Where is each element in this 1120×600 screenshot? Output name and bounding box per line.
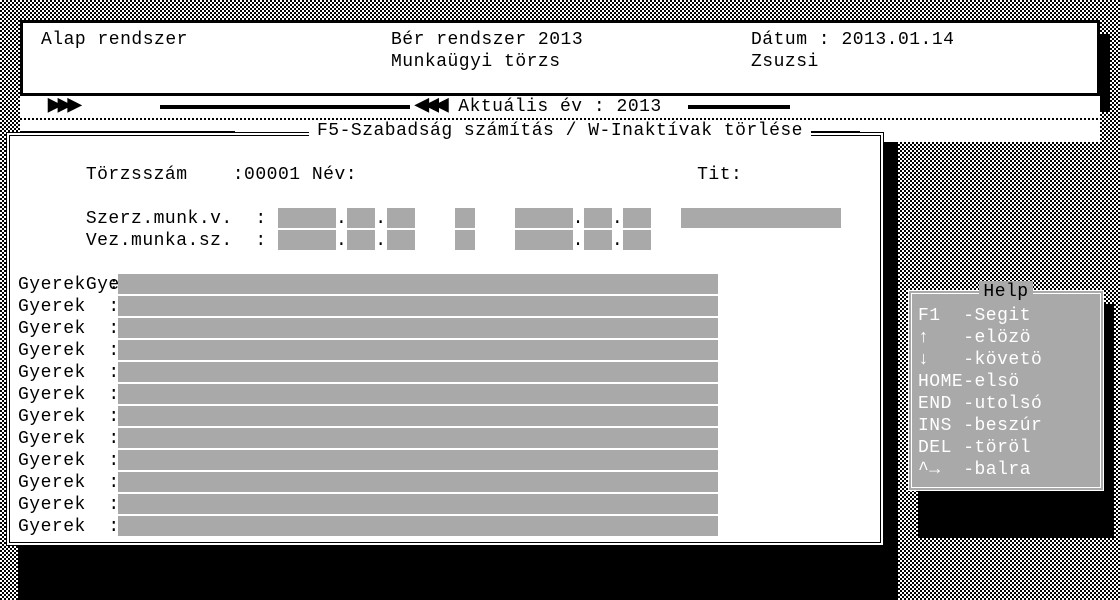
module-title: Bér rendszer 2013 <box>391 29 751 51</box>
szerz-flag[interactable] <box>455 208 475 228</box>
szerz-field-6[interactable] <box>623 208 651 228</box>
gyerek-row: Gyerek : <box>18 384 872 406</box>
gyerek-field[interactable] <box>118 274 718 294</box>
szerz-field-1[interactable] <box>278 208 336 228</box>
gyerek-label: Gyerek : <box>18 340 118 362</box>
help-item: HOME-elsö <box>918 371 1094 393</box>
gyerek-label: Gyerek : <box>18 362 118 384</box>
gyerek-label: Gyerek : <box>18 472 118 494</box>
gyerek-label: Gyerek : <box>18 428 118 450</box>
gyerek-label: Gyerek : <box>18 384 118 406</box>
vez-field-2[interactable] <box>347 230 375 250</box>
help-item: ↑ -elözö <box>918 327 1094 349</box>
gyerek-row: Gyerek : <box>18 428 872 450</box>
arrows-left-icon: ◀◀◀ <box>415 95 445 117</box>
header-box: Alap rendszer Bér rendszer 2013 Dátum : … <box>20 20 1100 96</box>
gyerek-field[interactable] <box>118 362 718 382</box>
gyerek-label: Gyerek : <box>18 406 118 428</box>
gyerek-row: Gyerek : <box>18 274 872 296</box>
gyerek-field[interactable] <box>118 318 718 338</box>
szerz-field-3[interactable] <box>387 208 415 228</box>
vez-field-1[interactable] <box>278 230 336 250</box>
gyerek-field[interactable] <box>118 516 718 536</box>
vez-field-6[interactable] <box>623 230 651 250</box>
year-line: ▶▶▶ ◀◀◀ Aktuális év : 2013 <box>20 96 1100 118</box>
gyerek-label: Gyerek : <box>18 274 118 296</box>
arrows-right-icon: ▶▶▶ <box>48 95 78 117</box>
gyerek-row: Gyerek : <box>18 406 872 428</box>
children-list: Gyerek :Gyerek :Gyerek :Gyerek :Gyerek :… <box>18 274 872 538</box>
gyerek-label: Gyerek : <box>18 318 118 340</box>
gyerek-row: Gyerek : <box>18 340 872 362</box>
szerz-field-2[interactable] <box>347 208 375 228</box>
gyerek-row: Gyerek : <box>18 472 872 494</box>
gyerek-field[interactable] <box>118 450 718 470</box>
vez-flag[interactable] <box>455 230 475 250</box>
help-item: F1 -Segit <box>918 305 1094 327</box>
gyerek-label: Gyerek : <box>18 296 118 318</box>
gyerek-field[interactable] <box>118 296 718 316</box>
gyerek-field[interactable] <box>118 428 718 448</box>
gyerek-row: Gyerek : <box>18 296 872 318</box>
szerz-field-5[interactable] <box>584 208 612 228</box>
module-subtitle: Munkaügyi törzs <box>391 51 751 73</box>
header: Alap rendszer Bér rendszer 2013 Dátum : … <box>20 20 1100 96</box>
gyerek-row: Gyerek : <box>18 318 872 340</box>
torzsszam-value[interactable]: 00001 <box>244 165 301 185</box>
gyerek-label: Gyerek : <box>18 516 118 538</box>
gyerek-label: Gyerek : <box>18 494 118 516</box>
gyerek-row: Gyerek : <box>18 516 872 538</box>
vez-field-4[interactable] <box>515 230 573 250</box>
help-item: INS -beszúr <box>918 415 1094 437</box>
user-name: Zsuzsi <box>751 51 1079 73</box>
vez-field-5[interactable] <box>584 230 612 250</box>
szerz-field-7[interactable] <box>681 208 841 228</box>
row-gyerek-after: Gyerekek után szabadság: <box>18 252 872 274</box>
help-item: DEL -töröl <box>918 437 1094 459</box>
app-name: Alap rendszer <box>41 29 391 51</box>
help-item: END -utolsó <box>918 393 1094 415</box>
gyerek-row: Gyerek : <box>18 450 872 472</box>
row-szerz: Szerz.munk.v. : .... <box>18 186 872 208</box>
gyerek-field[interactable] <box>118 406 718 426</box>
row-torzsszam: Törzsszám :00001 Név:Tit: <box>18 142 872 164</box>
gyerek-field[interactable] <box>118 384 718 404</box>
vez-field-3[interactable] <box>387 230 415 250</box>
gyerek-field[interactable] <box>118 340 718 360</box>
screen: Alap rendszer Bér rendszer 2013 Dátum : … <box>0 0 1120 600</box>
gyerek-field[interactable] <box>118 494 718 514</box>
help-title: Help <box>979 281 1032 303</box>
gyerek-field[interactable] <box>118 472 718 492</box>
help-panel: Help F1 -Segit↑ -elözö↓ -követöHOME-elsö… <box>908 290 1104 491</box>
szerz-field-4[interactable] <box>515 208 573 228</box>
gyerek-row: Gyerek : <box>18 362 872 384</box>
date-field: Dátum : 2013.01.14 <box>751 29 1079 51</box>
gyerek-label: Gyerek : <box>18 450 118 472</box>
gyerek-row: Gyerek : <box>18 494 872 516</box>
form-panel: Törzsszám :00001 Név:Tit: Szerz.munk.v. … <box>6 132 884 546</box>
help-item: ↓ -követö <box>918 349 1094 371</box>
help-item: ^→ -balra <box>918 459 1094 481</box>
